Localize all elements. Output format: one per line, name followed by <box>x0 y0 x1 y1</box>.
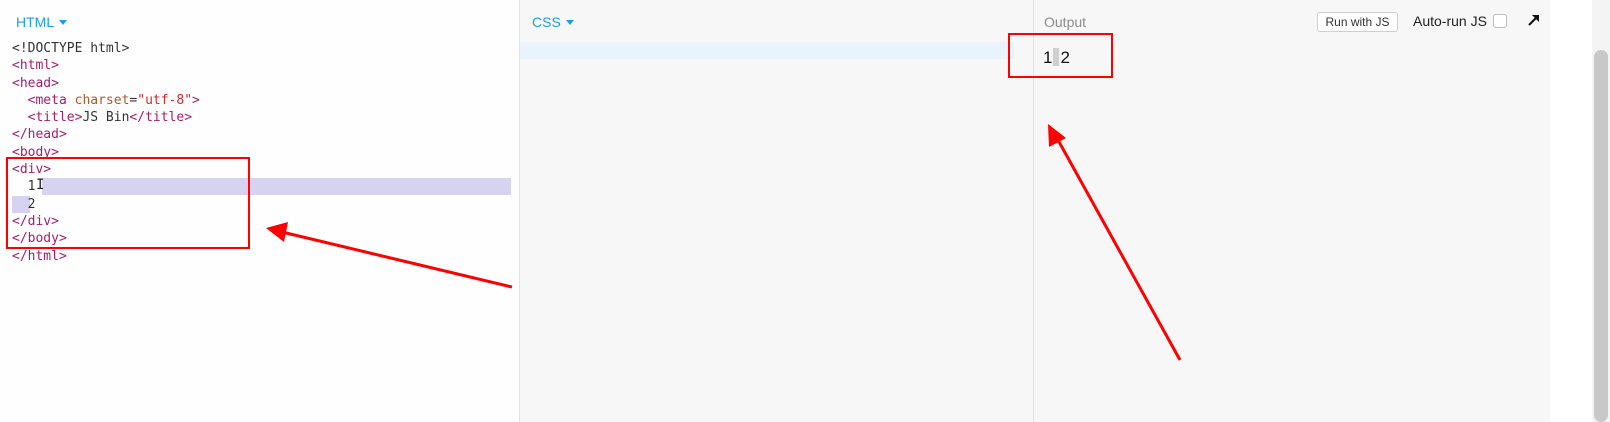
jsbin-app: HTML <!DOCTYPE html> <html> <head> <meta… <box>0 0 1610 422</box>
annotation-arrows <box>266 124 1182 361</box>
annotation-arrowhead-left <box>266 222 288 242</box>
annotation-arrow-right <box>1056 139 1182 361</box>
annotation-arrow-left <box>281 230 513 289</box>
annotation-arrowhead-right <box>1048 124 1066 147</box>
